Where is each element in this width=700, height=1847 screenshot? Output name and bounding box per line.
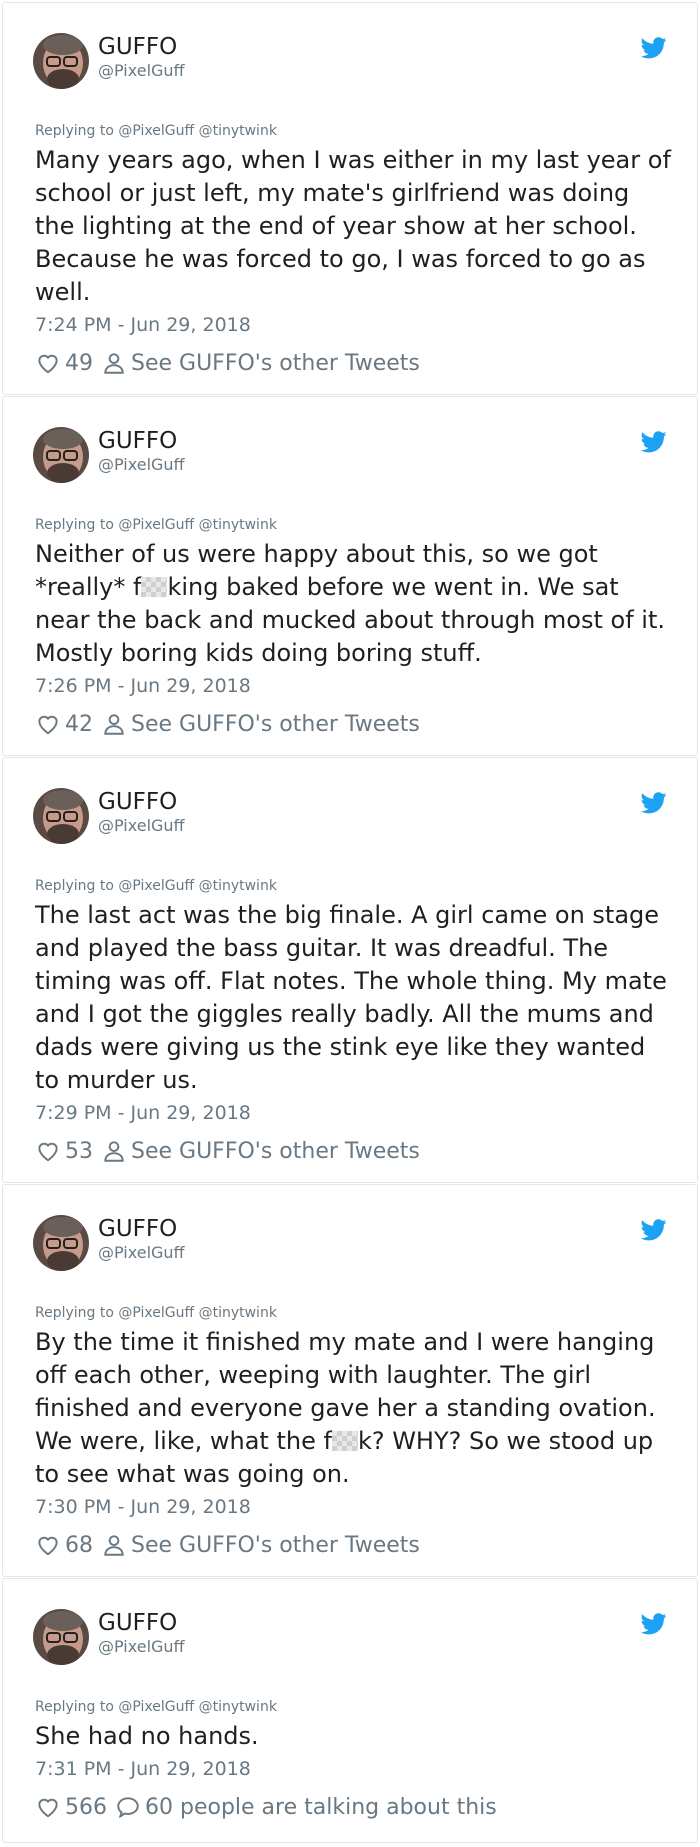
tweet-text: By the time it finished my mate and I we… — [35, 1326, 675, 1491]
tweet-timestamp[interactable]: 7:26 PM - Jun 29, 2018 — [35, 674, 251, 698]
twitter-bird-icon[interactable] — [641, 792, 667, 814]
avatar-image — [33, 788, 89, 844]
author-name[interactable]: GUFFO — [98, 1609, 177, 1637]
replying-to[interactable]: Replying to @PixelGuff @tinytwink — [35, 122, 277, 140]
avatar[interactable] — [33, 1609, 89, 1665]
person-icon — [101, 1532, 127, 1558]
tweet-card: GUFFO @PixelGuff Replying to @PixelGuff … — [2, 1578, 698, 1843]
tweet-card: GUFFO @PixelGuff Replying to @PixelGuff … — [2, 757, 698, 1183]
author-handle[interactable]: @PixelGuff — [98, 1243, 185, 1263]
twitter-bird-icon[interactable] — [641, 431, 667, 453]
avatar[interactable] — [33, 427, 89, 483]
see-other-tweets-link[interactable]: See GUFFO's other Tweets — [131, 1533, 420, 1558]
tweet-actions: 566 60 people are talking about this — [35, 1792, 497, 1822]
heart-icon[interactable] — [35, 1138, 61, 1164]
avatar[interactable] — [33, 788, 89, 844]
tweet-text: Many years ago, when I was either in my … — [35, 146, 671, 306]
conversation-link[interactable]: 60 people are talking about this — [145, 1795, 497, 1820]
tweet-timestamp[interactable]: 7:31 PM - Jun 29, 2018 — [35, 1757, 251, 1781]
tweet-actions: 53 See GUFFO's other Tweets — [35, 1136, 420, 1166]
heart-icon[interactable] — [35, 1532, 61, 1558]
like-count[interactable]: 566 — [65, 1795, 107, 1820]
like-count[interactable]: 53 — [65, 1139, 93, 1164]
tweet-timestamp[interactable]: 7:29 PM - Jun 29, 2018 — [35, 1101, 251, 1125]
tweet-timestamp[interactable]: 7:24 PM - Jun 29, 2018 — [35, 313, 251, 337]
tweet-timestamp[interactable]: 7:30 PM - Jun 29, 2018 — [35, 1495, 251, 1519]
see-other-tweets-link[interactable]: See GUFFO's other Tweets — [131, 351, 420, 376]
tweet-actions: 49 See GUFFO's other Tweets — [35, 348, 420, 378]
person-icon — [101, 711, 127, 737]
avatar-image — [33, 33, 89, 89]
author-handle[interactable]: @PixelGuff — [98, 816, 185, 836]
tweet-text: Neither of us were happy about this, so … — [35, 538, 675, 670]
censor-pixelation — [331, 1431, 358, 1451]
author-name[interactable]: GUFFO — [98, 33, 177, 61]
censor-pixelation — [141, 577, 168, 597]
tweet-actions: 68 See GUFFO's other Tweets — [35, 1530, 420, 1560]
tweet-text: She had no hands. — [35, 1722, 259, 1750]
author-handle[interactable]: @PixelGuff — [98, 455, 185, 475]
see-other-tweets-link[interactable]: See GUFFO's other Tweets — [131, 712, 420, 737]
twitter-bird-icon[interactable] — [641, 37, 667, 59]
avatar-image — [33, 1609, 89, 1665]
see-other-tweets-link[interactable]: See GUFFO's other Tweets — [131, 1139, 420, 1164]
author-name[interactable]: GUFFO — [98, 427, 177, 455]
like-count[interactable]: 68 — [65, 1533, 93, 1558]
author-name[interactable]: GUFFO — [98, 1215, 177, 1243]
twitter-bird-icon[interactable] — [641, 1219, 667, 1241]
author-handle[interactable]: @PixelGuff — [98, 1637, 185, 1657]
person-icon — [101, 350, 127, 376]
replying-to[interactable]: Replying to @PixelGuff @tinytwink — [35, 1304, 277, 1322]
tweet-actions: 42 See GUFFO's other Tweets — [35, 709, 420, 739]
twitter-bird-icon[interactable] — [641, 1613, 667, 1635]
like-count[interactable]: 42 — [65, 712, 93, 737]
avatar-image — [33, 1215, 89, 1271]
replying-to[interactable]: Replying to @PixelGuff @tinytwink — [35, 516, 277, 534]
tweet-card: GUFFO @PixelGuff Replying to @PixelGuff … — [2, 2, 698, 395]
replying-to[interactable]: Replying to @PixelGuff @tinytwink — [35, 1698, 277, 1716]
speech-bubble-icon[interactable] — [115, 1794, 141, 1820]
tweet-card: GUFFO @PixelGuff Replying to @PixelGuff … — [2, 396, 698, 756]
author-name[interactable]: GUFFO — [98, 788, 177, 816]
heart-icon[interactable] — [35, 1794, 61, 1820]
heart-icon[interactable] — [35, 711, 61, 737]
avatar[interactable] — [33, 33, 89, 89]
author-handle[interactable]: @PixelGuff — [98, 61, 185, 81]
avatar[interactable] — [33, 1215, 89, 1271]
tweet-card: GUFFO @PixelGuff Replying to @PixelGuff … — [2, 1184, 698, 1577]
tweet-text: The last act was the big finale. A girl … — [35, 901, 667, 1094]
replying-to[interactable]: Replying to @PixelGuff @tinytwink — [35, 877, 277, 895]
person-icon — [101, 1138, 127, 1164]
avatar-image — [33, 427, 89, 483]
like-count[interactable]: 49 — [65, 351, 93, 376]
heart-icon[interactable] — [35, 350, 61, 376]
